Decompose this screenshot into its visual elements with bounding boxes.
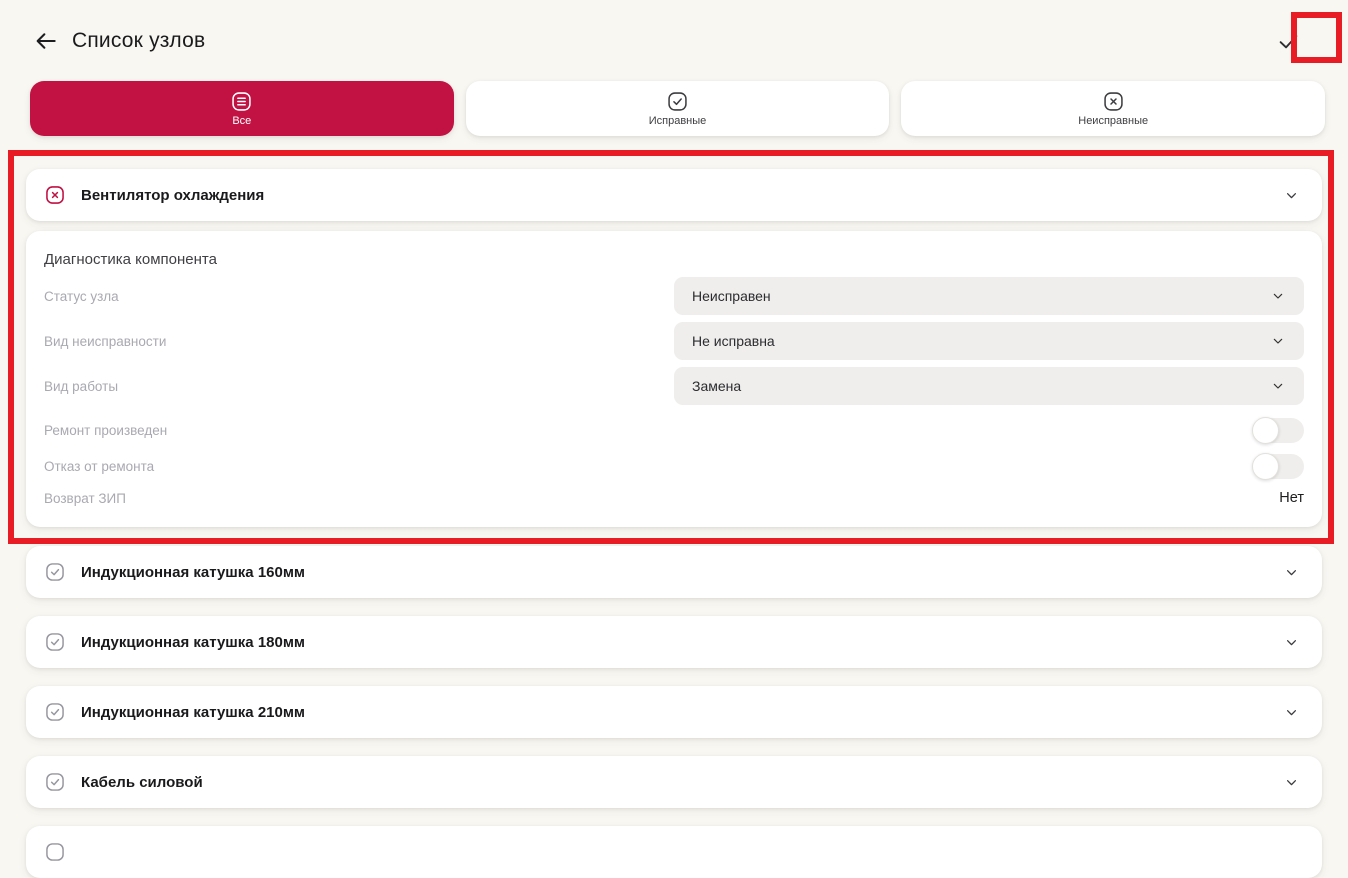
accordion-title: Индукционная катушка 160мм <box>81 564 1268 581</box>
field-row-fault-type: Вид неисправности Не исправна <box>44 322 1304 360</box>
check-square-icon <box>44 771 66 793</box>
filter-tabs: Все Исправные Неисправные <box>30 81 1325 136</box>
diagnostics-panel: Диагностика компонента Статус узла Неисп… <box>26 231 1322 527</box>
field-label: Ремонт произведен <box>44 423 1253 438</box>
component-list: Вентилятор охлаждения Диагностика компон… <box>26 169 1322 878</box>
field-label: Отказ от ремонта <box>44 459 1253 474</box>
page-header: Список узлов <box>0 0 1348 62</box>
field-row-repair-refused: Отказ от ремонта <box>44 452 1304 480</box>
chevron-down-icon <box>1270 288 1286 304</box>
select-value: Неисправен <box>692 288 1270 304</box>
check-square-icon <box>44 631 66 653</box>
status-select[interactable]: Неисправен <box>674 277 1304 315</box>
check-square-icon <box>44 561 66 583</box>
tab-working-label: Исправные <box>649 115 707 127</box>
toggle-knob <box>1252 417 1279 444</box>
accordion-title: Индукционная катушка 210мм <box>81 704 1268 721</box>
accordion-title: Индукционная катушка 180мм <box>81 634 1268 651</box>
repair-refused-toggle[interactable] <box>1253 454 1304 479</box>
tab-faulty-label: Неисправные <box>1078 115 1148 127</box>
tab-all-label: Все <box>232 115 251 127</box>
accordion-title: Кабель силовой <box>81 774 1268 791</box>
chevron-down-icon <box>1283 564 1300 581</box>
chevron-down-icon <box>1270 378 1286 394</box>
repair-done-toggle[interactable] <box>1253 418 1304 443</box>
field-label: Вид неисправности <box>44 334 674 349</box>
field-label: Вид работы <box>44 379 674 394</box>
field-row-repair-done: Ремонт произведен <box>44 416 1304 444</box>
chevron-down-icon <box>1283 704 1300 721</box>
select-value: Замена <box>692 378 1270 394</box>
x-square-icon <box>1102 90 1125 113</box>
diagnostics-section-title: Диагностика компонента <box>44 251 1304 268</box>
accordion-header-coil-160[interactable]: Индукционная катушка 160мм <box>26 546 1322 598</box>
list-square-icon <box>230 90 253 113</box>
accordion-header-coil-210[interactable]: Индукционная катушка 210мм <box>26 686 1322 738</box>
confirm-button[interactable] <box>1268 21 1308 61</box>
page-title: Список узлов <box>72 29 205 53</box>
fault-type-select[interactable]: Не исправна <box>674 322 1304 360</box>
back-button[interactable] <box>32 27 60 55</box>
accordion-header-coil-180[interactable]: Индукционная катушка 180мм <box>26 616 1322 668</box>
accordion-header-power-cable[interactable]: Кабель силовой <box>26 756 1322 808</box>
tab-working[interactable]: Исправные <box>466 81 890 136</box>
work-type-select[interactable]: Замена <box>674 367 1304 405</box>
field-row-work-type: Вид работы Замена <box>44 367 1304 405</box>
header-left: Список узлов <box>32 27 205 55</box>
check-icon <box>1275 28 1302 55</box>
check-square-icon <box>44 701 66 723</box>
accordion-header-fan[interactable]: Вентилятор охлаждения <box>26 169 1322 221</box>
arrow-left-icon <box>33 28 59 54</box>
zip-return-value: Нет <box>1279 490 1304 506</box>
field-row-zip-return: Возврат ЗИП Нет <box>44 487 1304 509</box>
chevron-down-icon <box>1283 187 1300 204</box>
select-value: Не исправна <box>692 333 1270 349</box>
accordion-header-partial[interactable] <box>26 826 1322 878</box>
field-label: Статус узла <box>44 289 674 304</box>
accordion-title: Вентилятор охлаждения <box>81 187 1268 204</box>
toggle-knob <box>1252 453 1279 480</box>
check-square-icon <box>666 90 689 113</box>
x-square-icon <box>44 184 66 206</box>
field-row-status: Статус узла Неисправен <box>44 277 1304 315</box>
field-label: Возврат ЗИП <box>44 491 1279 506</box>
chevron-down-icon <box>1283 774 1300 791</box>
chevron-down-icon <box>1283 634 1300 651</box>
chevron-down-icon <box>1270 333 1286 349</box>
tab-faulty[interactable]: Неисправные <box>901 81 1325 136</box>
square-icon <box>44 841 66 863</box>
tab-all[interactable]: Все <box>30 81 454 136</box>
